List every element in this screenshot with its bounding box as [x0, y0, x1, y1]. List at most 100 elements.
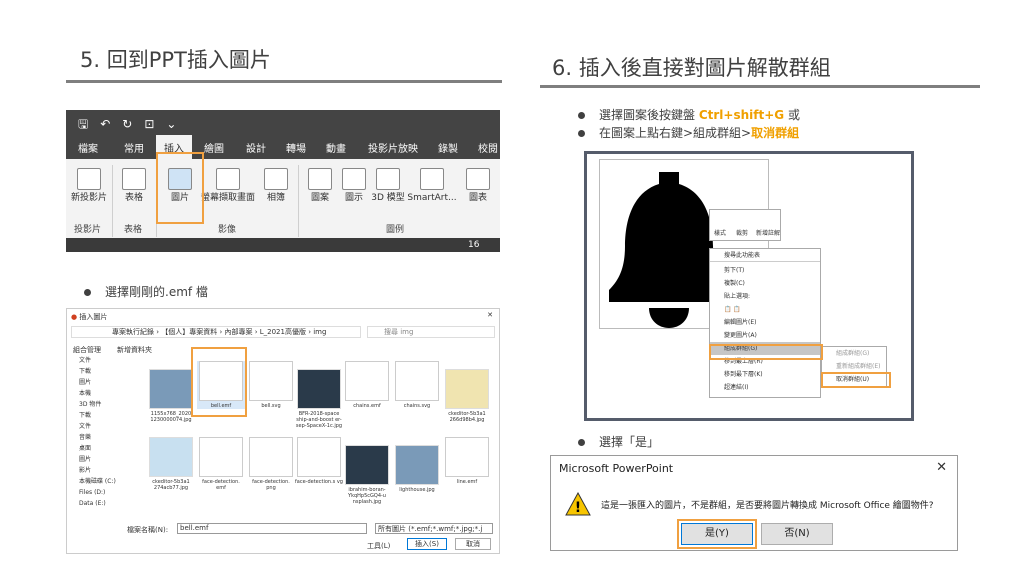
file-tile[interactable]: chains.svg: [393, 361, 441, 409]
right-title-underline: [540, 85, 980, 88]
group-label-illustrations: 圖例: [386, 225, 405, 235]
bullet-dot: [578, 112, 585, 119]
table-icon: [122, 168, 146, 190]
file-tile[interactable]: face-detection. png: [247, 437, 295, 491]
file-tile[interactable]: ibrahim-boran- YkqHp5cGQ4-u nsplash.jpg: [343, 445, 391, 505]
search-input[interactable]: 搜尋 img: [367, 326, 495, 338]
file-tile[interactable]: lighthouse.jpg: [393, 445, 441, 493]
group-label-images: 影像: [218, 225, 237, 235]
nav-item[interactable]: 文件: [67, 355, 131, 366]
photo-album-button[interactable]: 相簿: [258, 168, 294, 204]
menu-item-change-picture[interactable]: 變更圖片(A): [710, 329, 820, 342]
slide-thumbnails-strip: [66, 238, 500, 252]
cube-icon: [376, 168, 400, 190]
new-slide-button[interactable]: 新投影片: [70, 168, 108, 204]
nav-item[interactable]: Data (E:): [67, 498, 131, 509]
table-button[interactable]: 表格: [116, 168, 152, 204]
tab-transitions[interactable]: 轉場: [286, 140, 306, 155]
file-tile[interactable]: chains.emf: [343, 361, 391, 409]
screenshot-button[interactable]: 螢幕擷取畫面: [198, 168, 258, 204]
paste-icons[interactable]: 📋 📋: [710, 303, 820, 316]
menu-item-hyperlink[interactable]: 超連結(I): [710, 381, 820, 394]
menu-item-paste-options[interactable]: 貼上選項:: [710, 290, 820, 303]
tab-file[interactable]: 檔案: [78, 140, 98, 155]
bullet-dot: [84, 289, 91, 296]
start-from-beginning-icon[interactable]: ⊡: [144, 117, 154, 131]
left-title-underline: [66, 80, 502, 83]
smartart-icon: [420, 168, 444, 190]
file-tile[interactable]: ckeditor-5b3a1 274acb77.jpg: [147, 437, 195, 491]
tab-design[interactable]: 設計: [246, 140, 266, 155]
highlight-pictures-button: [156, 152, 204, 224]
nav-item[interactable]: 圖片: [67, 454, 131, 465]
cancel-button[interactable]: 取消: [455, 538, 491, 550]
slide: 5. 回到PPT插入圖片 6. 插入後直接對圖片解散群組 🖫 ↶ ↻ ⊡ ⌄ 檔案 常用…: [0, 0, 1024, 576]
crop-button[interactable]: 裁剪: [736, 228, 748, 237]
tab-review[interactable]: 校閱: [478, 140, 498, 155]
right-bullet-3: 選擇「是」: [578, 433, 659, 450]
no-button[interactable]: 否(N): [761, 523, 833, 545]
file-tile[interactable]: line.emf: [443, 437, 491, 485]
zoom-indicator: 16: [468, 240, 480, 250]
submenu-item-group[interactable]: 組成群組(G): [822, 347, 886, 360]
file-tile[interactable]: face-detection. emf: [197, 437, 245, 491]
nav-item[interactable]: Files (D:): [67, 487, 131, 498]
nav-item[interactable]: 桌面: [67, 443, 131, 454]
right-title: 6. 插入後直接對圖片解散群組: [552, 56, 831, 80]
dialog-close-icon[interactable]: ✕: [487, 311, 493, 319]
file-tile[interactable]: ckeditor-5b3a1 266d98b4.jpg: [443, 369, 491, 423]
menu-item-copy[interactable]: 複製(C): [710, 277, 820, 290]
nav-item[interactable]: 下載: [67, 410, 131, 421]
file-tile[interactable]: bell.svg: [247, 361, 295, 409]
close-icon[interactable]: ✕: [936, 460, 947, 475]
3d-models-button[interactable]: 3D 模型: [370, 168, 406, 204]
new-comment-button[interactable]: 新增註解: [756, 228, 780, 237]
tab-home[interactable]: 常用: [124, 140, 144, 155]
file-tile[interactable]: 1155x768_2020 1230000074.jpg: [147, 369, 195, 423]
highlight-yes-button: [677, 519, 757, 549]
redo-icon[interactable]: ↻: [122, 117, 132, 131]
smartart-button[interactable]: SmartArt...: [404, 168, 460, 204]
file-tile[interactable]: face-detection.s vg: [295, 437, 343, 485]
nav-item[interactable]: 3D 物件: [67, 399, 131, 410]
menu-item-cut[interactable]: 剪下(T): [710, 264, 820, 277]
menu-search-input[interactable]: 搜尋此功能表: [710, 249, 820, 262]
organize-button[interactable]: 組合管理: [73, 345, 101, 355]
style-button[interactable]: 樣式: [714, 228, 726, 237]
new-folder-button[interactable]: 新增資料夾: [117, 345, 152, 355]
tab-draw[interactable]: 繪圖: [204, 140, 224, 155]
nav-item[interactable]: 下載: [67, 366, 131, 377]
save-icon[interactable]: 🖫: [78, 115, 88, 136]
mini-toolbar: 樣式 裁剪 新增註解: [709, 209, 781, 241]
nav-item[interactable]: 影片: [67, 465, 131, 476]
highlight-group-item: [709, 344, 823, 360]
tools-button[interactable]: 工具(L): [367, 541, 390, 551]
nav-item[interactable]: 本機: [67, 388, 131, 399]
file-type-select[interactable]: 所有圖片 (*.emf;*.wmf;*.jpg;*.j: [375, 523, 493, 534]
menu-item-send-to-back[interactable]: 移到最下層(K): [710, 368, 820, 381]
address-bar[interactable]: 專案執行紀錄 › 【個人】專案資料 › 內部專案 › L_2021高優版 › i…: [71, 326, 361, 338]
message-box-title: Microsoft PowerPoint: [559, 462, 674, 475]
nav-item[interactable]: 文件: [67, 421, 131, 432]
group-label-tables: 表格: [124, 225, 143, 235]
nav-item[interactable]: 本機磁碟 (C:): [67, 476, 131, 487]
file-tile[interactable]: BFR-2018-space ship-and-boost er-sep-Spa…: [295, 369, 343, 429]
tab-slideshow[interactable]: 投影片放映: [368, 140, 418, 155]
ribbon-screenshot: 🖫 ↶ ↻ ⊡ ⌄ 檔案 常用 插入 繪圖 設計 轉場 動畫 投影片放映 錄製 校閱 新…: [66, 110, 500, 252]
menu-item-edit-picture[interactable]: 編輯圖片(E): [710, 316, 820, 329]
customize-qat-icon[interactable]: ⌄: [166, 117, 176, 131]
shapes-icon: [308, 168, 332, 190]
nav-item[interactable]: 音樂: [67, 432, 131, 443]
bullet-dot: [578, 130, 585, 137]
icons-button[interactable]: 圖示: [338, 168, 370, 204]
undo-icon[interactable]: ↶: [100, 117, 110, 131]
filename-label: 檔案名稱(N):: [127, 526, 169, 534]
tab-record[interactable]: 錄製: [438, 140, 458, 155]
filename-input[interactable]: bell.emf: [177, 523, 367, 534]
chart-button[interactable]: 圖表: [460, 168, 496, 204]
tab-animations[interactable]: 動畫: [326, 140, 346, 155]
nav-item[interactable]: 圖片: [67, 377, 131, 388]
insert-button[interactable]: 插入(S): [407, 538, 447, 550]
powerpoint-message-box: Microsoft PowerPoint ✕ ! 這是一張匯入的圖片，不是群組，…: [550, 455, 958, 551]
shapes-button[interactable]: 圖案: [302, 168, 338, 204]
